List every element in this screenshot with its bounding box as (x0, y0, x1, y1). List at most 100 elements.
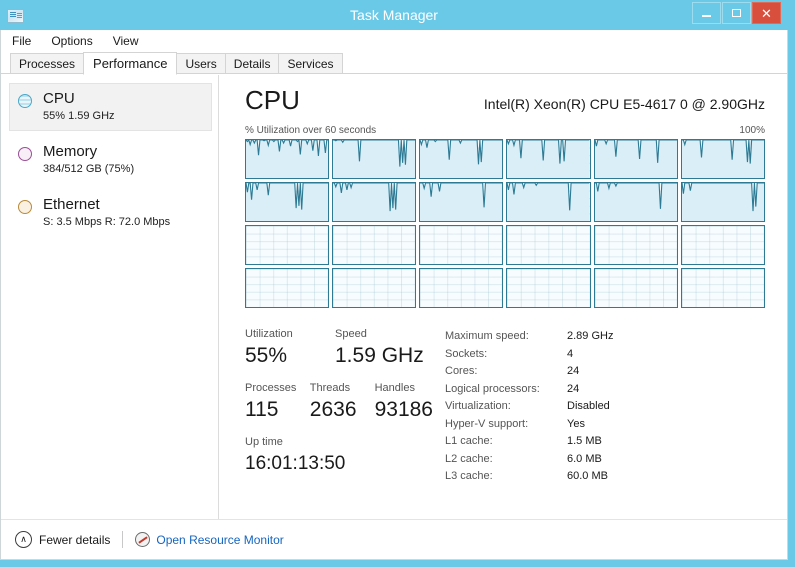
graph-caption-right: 100% (739, 125, 765, 136)
cpu-specifications: Maximum speed: 2.89 GHz Sockets: 4 Cores: 24 L… (445, 326, 765, 486)
logical-processor-graph (593, 268, 678, 308)
window-controls: ✕ (692, 2, 781, 24)
spec-key: Hyper-V support: (445, 417, 529, 430)
minimize-icon (702, 14, 711, 17)
logical-processor-graph (419, 268, 504, 308)
spec-value: 1.5 MB (567, 435, 602, 447)
tab-details[interactable]: Details (224, 53, 280, 74)
status-bar: ∧ Fewer details Open Resource Monitor (1, 519, 787, 559)
menu-item-view[interactable]: View (111, 33, 141, 49)
tab-users[interactable]: Users (176, 53, 226, 74)
fewer-details-label: Fewer details (39, 532, 111, 547)
statistics-area: Utilization 55% Speed 1.59 GHz Processes (245, 326, 765, 486)
sidebar-item-cpu-sub: 55% 1.59 GHz (43, 110, 115, 122)
resource-sidebar: CPU 55% 1.59 GHz Memory 384/512 GB (75%)… (1, 75, 219, 519)
stat-utilization-value: 55% (245, 344, 288, 367)
spec-value: 24 (567, 382, 580, 395)
sidebar-item-ethernet-sub: S: 3.5 Mbps R: 72.0 Mbps (43, 216, 171, 228)
stat-threads-label: Threads (309, 382, 351, 394)
spec-key: Virtualization: (445, 400, 511, 412)
spec-key: Logical processors: (445, 382, 540, 395)
logical-processor-graph (419, 225, 504, 265)
cpu-model-name: Intel(R) Xeon(R) CPU E5-4617 0 @ 2.90GHz (483, 96, 765, 112)
logical-processor-graph (245, 182, 330, 222)
graph-caption-left: % Utilization over 60 seconds (245, 125, 377, 136)
logical-processor-graph (506, 139, 591, 179)
stat-speed-label: Speed (335, 328, 367, 340)
spec-row: Logical processors: 24 (445, 381, 765, 399)
stat-processes-value: 115 (245, 398, 279, 421)
logical-processor-graph (593, 225, 678, 265)
logical-processor-graph (680, 139, 765, 179)
maximize-icon (732, 9, 741, 17)
client-area: File Options View Processes Performance … (0, 30, 788, 560)
stat-threads-value: 2636 (309, 398, 357, 421)
open-resource-monitor-link[interactable]: Open Resource Monitor (135, 532, 284, 547)
logical-processor-graph (332, 225, 417, 265)
stat-uptime: Up time 16:01:13:50 (245, 434, 345, 478)
stat-handles: Handles 93186 (375, 380, 433, 424)
logical-processor-graph (332, 139, 417, 179)
spec-key: Cores: (445, 365, 478, 377)
tab-performance[interactable]: Performance (83, 52, 178, 75)
logical-processor-graph (680, 182, 765, 222)
logical-processor-graph (593, 182, 678, 222)
primary-stats: Utilization 55% Speed 1.59 GHz Processes (245, 326, 445, 486)
sidebar-item-cpu-title: CPU (43, 90, 75, 107)
stat-uptime-value: 16:01:13:50 (245, 453, 346, 474)
spec-row: Sockets: 4 (445, 346, 765, 364)
spec-value: 60.0 MB (567, 470, 608, 482)
page-title: CPU (245, 85, 300, 115)
sidebar-item-memory[interactable]: Memory 384/512 GB (75%) (9, 136, 212, 184)
stat-processes-label: Processes (245, 382, 297, 394)
stat-handles-value: 93186 (374, 398, 433, 421)
cpu-graph-icon (18, 94, 32, 108)
logical-processor-graph (245, 268, 330, 308)
logical-processor-graph (680, 268, 765, 308)
sidebar-item-cpu[interactable]: CPU 55% 1.59 GHz (9, 83, 212, 131)
menu-item-file[interactable]: File (10, 33, 33, 49)
logical-processor-graph (245, 225, 330, 265)
window-title: Task Manager (350, 7, 438, 23)
spec-value: 2.89 GHz (567, 330, 614, 342)
stat-speed-value: 1.59 GHz (335, 344, 424, 367)
chevron-up-icon: ∧ (15, 531, 32, 548)
spec-row: L1 cache: 1.5 MB (445, 433, 765, 451)
spec-row: Hyper-V support: Yes (445, 416, 765, 434)
content-body: CPU 55% 1.59 GHz Memory 384/512 GB (75%)… (1, 74, 787, 519)
close-button[interactable]: ✕ (752, 2, 781, 24)
logical-processor-graph (506, 268, 591, 308)
menu-item-options[interactable]: Options (49, 33, 94, 49)
spec-key: Maximum speed: (445, 330, 529, 342)
tab-services[interactable]: Services (278, 53, 343, 74)
stat-uptime-label: Up time (245, 436, 283, 448)
stat-utilization-label: Utilization (245, 328, 293, 340)
logical-processor-graph (332, 268, 417, 308)
ethernet-graph-icon (18, 200, 32, 214)
tab-processes[interactable]: Processes (10, 53, 85, 74)
spec-value: 24 (567, 365, 580, 377)
stat-threads: Threads 2636 (310, 380, 363, 424)
spec-row: L2 cache: 6.0 MB (445, 451, 765, 469)
spec-key: Sockets: (445, 347, 488, 360)
tab-strip: Processes Performance Users Details Serv… (1, 52, 787, 75)
spec-key: L1 cache: (445, 435, 493, 447)
spec-row: Cores: 24 (445, 363, 765, 381)
logical-processor-grid[interactable] (245, 139, 765, 308)
sidebar-item-ethernet[interactable]: Ethernet S: 3.5 Mbps R: 72.0 Mbps (9, 189, 212, 237)
logical-processor-graph (506, 182, 591, 222)
logical-processor-graph (419, 182, 504, 222)
footer-divider (122, 531, 124, 548)
logical-processor-graph (593, 139, 678, 179)
spec-value: 6.0 MB (567, 452, 602, 465)
spec-value: Disabled (567, 400, 610, 412)
stat-processes: Processes 115 (245, 380, 298, 424)
logical-processor-graph (506, 225, 591, 265)
fewer-details-button[interactable]: ∧ Fewer details (15, 531, 110, 548)
menu-bar: File Options View (1, 30, 787, 52)
logical-processor-graph (332, 182, 417, 222)
minimize-button[interactable] (692, 2, 721, 24)
maximize-button[interactable] (722, 2, 751, 24)
graph-caption: % Utilization over 60 seconds 100% (245, 125, 765, 136)
panel-header: CPU Intel(R) Xeon(R) CPU E5-4617 0 @ 2.9… (245, 85, 765, 116)
